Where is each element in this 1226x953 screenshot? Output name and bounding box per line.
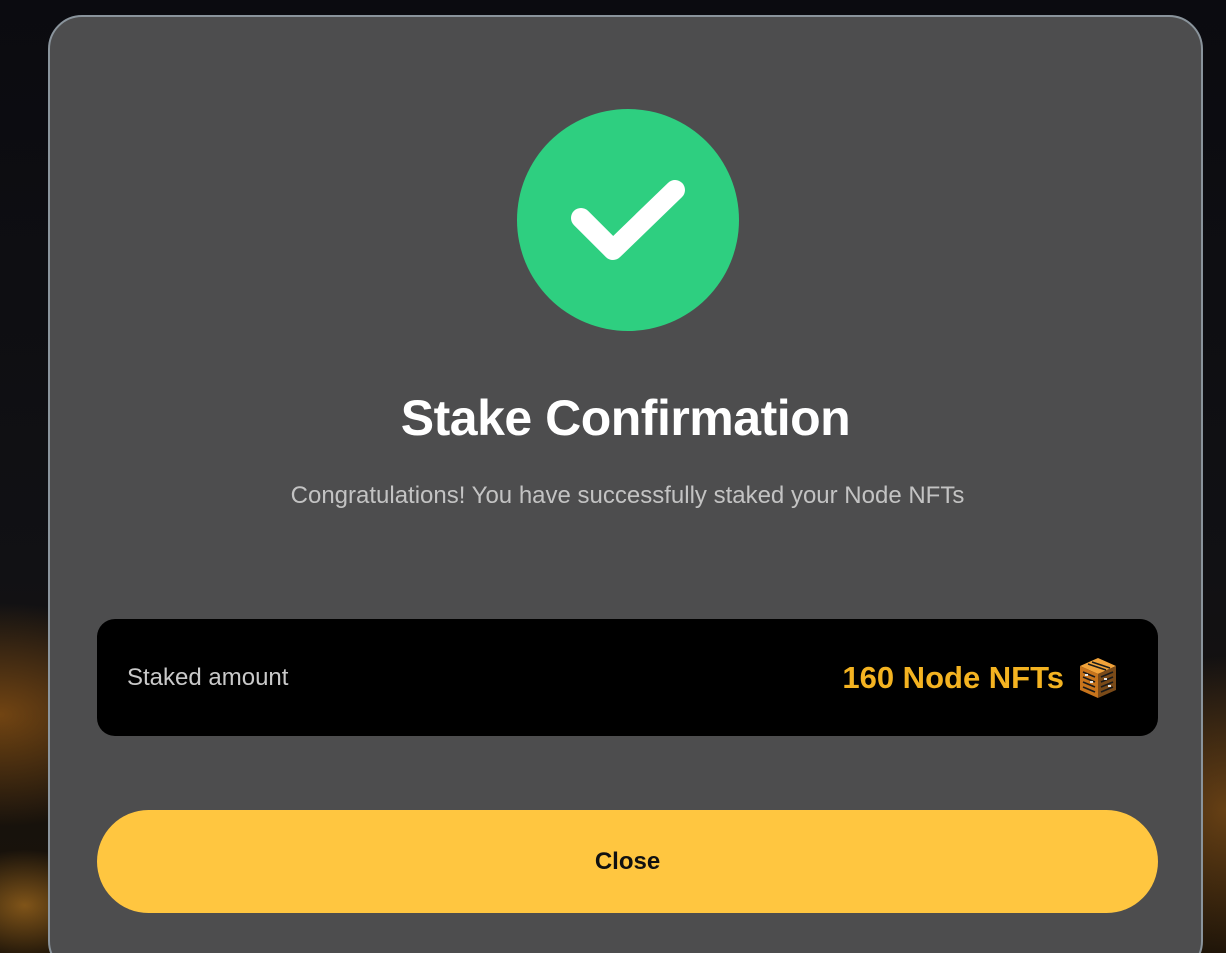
check-circle-icon xyxy=(517,109,739,331)
staked-amount-label: Staked amount xyxy=(127,663,289,691)
staked-amount-display: 160 Node NFTs xyxy=(842,656,1118,700)
modal-title: Stake Confirmation xyxy=(400,390,851,446)
modal-message: Congratulations! You have successfully s… xyxy=(290,482,965,509)
staked-amount-value: 160 Node NFTs xyxy=(842,659,1064,695)
staked-amount-panel: Staked amount 160 Node NFTs xyxy=(97,619,1158,736)
stake-confirmation-modal: Stake Confirmation Congratulations! You … xyxy=(48,15,1203,953)
close-button[interactable]: Close xyxy=(97,810,1158,913)
node-nft-icon xyxy=(1080,657,1116,698)
